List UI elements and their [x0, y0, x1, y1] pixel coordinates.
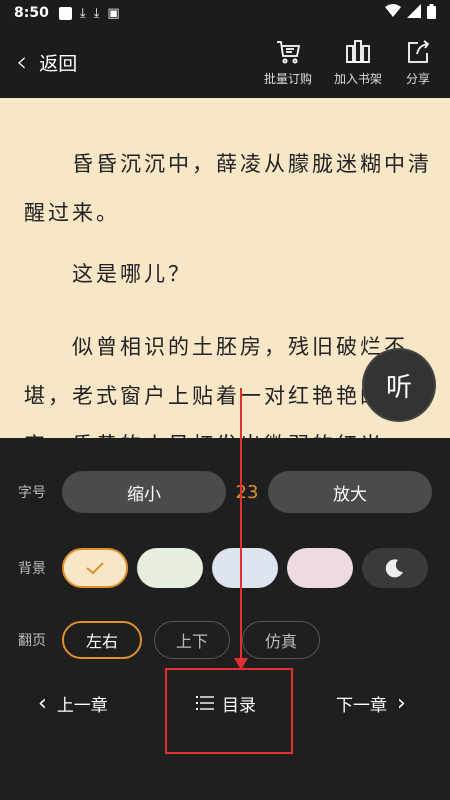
paragraph: 昏昏沉沉中，薛凌从朦胧迷糊中清醒过来。 [24, 152, 432, 225]
status-bar: 8:50 ⤓ ⤓ ▣ [0, 0, 450, 26]
page-turn-row: 翻页 左右 上下 仿真 [0, 621, 450, 659]
paragraph: 这是哪儿？ [24, 262, 192, 286]
listen-button[interactable]: 听 [364, 350, 434, 420]
next-chapter-label: 下一章 [336, 695, 387, 716]
enlarge-font-button[interactable]: 放大 [268, 471, 432, 513]
bulk-purchase-label: 批量订购 [263, 71, 312, 86]
add-to-shelf-label: 加入书架 [333, 71, 382, 86]
bg-swatch-pink[interactable] [287, 548, 353, 588]
page-mode-horizontal[interactable]: 左右 [62, 621, 142, 659]
prev-chapter-label: 上一章 [56, 695, 108, 716]
page-mode-simulation[interactable]: 仿真 [242, 621, 320, 659]
chevron-left-icon: ‹ [16, 45, 28, 78]
bg-swatch-beige[interactable] [62, 548, 128, 588]
font-size-label: 字号 [18, 485, 46, 501]
app-notification-icon: ▣ [107, 5, 120, 21]
bulk-purchase-button[interactable]: 批量订购 [264, 38, 312, 87]
bg-swatch-night[interactable] [362, 548, 428, 588]
wifi-icon [385, 4, 401, 22]
bookshelf-icon [345, 39, 370, 63]
status-time: 8:50 [14, 5, 49, 21]
add-to-shelf-button[interactable]: 加入书架 [334, 38, 382, 87]
annotation-arrow-line [240, 388, 242, 660]
listen-label: 听 [385, 372, 412, 403]
battery-icon [427, 3, 436, 23]
signal-icon [407, 4, 421, 22]
bg-swatch-blue[interactable] [212, 548, 278, 588]
font-size-value: 23 [235, 481, 259, 503]
next-chapter-button[interactable]: 下一章 › [336, 691, 406, 716]
notification-icon [58, 6, 72, 20]
reading-area[interactable]: 昏昏沉沉中，薛凌从朦胧迷糊中清醒过来。 这是哪儿？ 似曾相识的土胚房，残旧破烂不… [0, 98, 450, 438]
back-label: 返回 [39, 52, 78, 75]
page-turn-label: 翻页 [18, 633, 46, 649]
background-label: 背景 [18, 561, 46, 577]
cart-icon [276, 40, 301, 63]
chevron-left-icon: ‹ [38, 690, 47, 716]
download-icon: ⤓ [79, 5, 86, 21]
download-icon: ⤓ [93, 5, 100, 21]
check-icon [86, 562, 104, 575]
font-size-row: 字号 缩小 23 放大 [0, 471, 450, 513]
page-mode-vertical[interactable]: 上下 [154, 621, 230, 659]
share-button[interactable]: 分享 [404, 38, 432, 87]
share-icon [408, 39, 430, 63]
annotation-highlight-box [165, 668, 293, 754]
back-button[interactable]: ‹ 返回 [16, 48, 77, 76]
reader-header: ‹ 返回 批量订购 加入书架 分享 [0, 26, 450, 98]
prev-chapter-button[interactable]: ‹ 上一章 [38, 691, 108, 716]
moon-icon [385, 559, 403, 578]
background-row: 背景 [0, 548, 450, 588]
reader-settings-panel: 字号 缩小 23 放大 背景 翻页 左右 上下 仿真 ‹ 上一章 目录 下一章 … [0, 438, 450, 800]
shrink-font-button[interactable]: 缩小 [62, 471, 226, 513]
chevron-right-icon: › [397, 690, 406, 716]
annotation-arrow-head [234, 658, 248, 670]
share-label: 分享 [405, 71, 430, 86]
bg-swatch-green[interactable] [137, 548, 203, 588]
